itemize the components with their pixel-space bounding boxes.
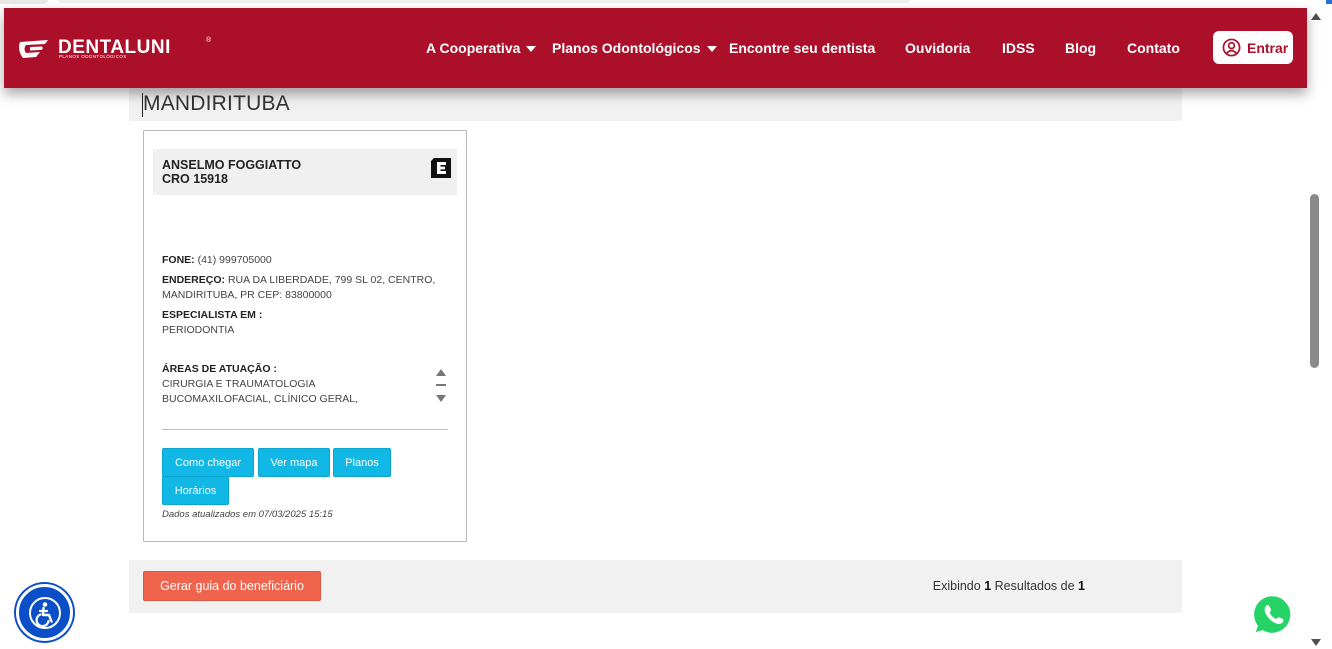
browser-toolbar-stub bbox=[58, 0, 910, 3]
results-shown: 1 bbox=[984, 579, 992, 593]
browser-edge-accent bbox=[1326, 0, 1332, 4]
results-footer: Gerar guia do beneficiário Exibindo 1 Re… bbox=[129, 560, 1182, 613]
areas-scroll-box[interactable]: ÁREAS DE ATUAÇÃO : CIRURGIA E TRAUMATOLO… bbox=[162, 362, 452, 410]
phone-value: (41) 999705000 bbox=[197, 254, 272, 266]
directions-button[interactable]: Como chegar bbox=[162, 448, 254, 477]
accessibility-icon bbox=[28, 596, 61, 629]
logo-subtext: PLANOS ODONTOLÓGICOS bbox=[59, 54, 127, 59]
card-divider bbox=[162, 429, 448, 430]
generate-guide-button[interactable]: Gerar guia do beneficiário bbox=[143, 571, 321, 601]
results-total: 1 bbox=[1078, 579, 1085, 593]
areas-line2: BUCOMAXILOFACIAL, CLÍNICO GERAL, bbox=[162, 393, 359, 405]
whatsapp-icon[interactable] bbox=[1250, 592, 1296, 638]
user-circle-icon bbox=[1222, 38, 1241, 57]
address-label: ENDEREÇO: bbox=[162, 274, 226, 286]
login-label: Entrar bbox=[1247, 39, 1289, 56]
scroll-down-icon[interactable] bbox=[436, 395, 446, 402]
nav-blog[interactable]: Blog bbox=[1065, 38, 1096, 58]
scroll-handle-icon[interactable] bbox=[436, 384, 446, 386]
areas-scroll-controls[interactable] bbox=[435, 369, 447, 407]
browser-tab-stub bbox=[0, 0, 48, 4]
specialist-value: PERIODONTIA bbox=[162, 324, 235, 336]
dentist-name: ANSELMO FOGGIATTO bbox=[162, 158, 302, 172]
hours-button[interactable]: Horários bbox=[162, 476, 229, 505]
city-title: MANDIRITUBA bbox=[143, 92, 290, 115]
nav-label: Ouvidoria bbox=[905, 40, 971, 56]
scroll-up-icon[interactable] bbox=[1311, 13, 1321, 20]
nav-idss[interactable]: IDSS bbox=[1002, 38, 1035, 58]
nav-contato[interactable]: Contato bbox=[1127, 38, 1180, 58]
chevron-down-icon bbox=[706, 46, 717, 52]
scroll-up-icon[interactable] bbox=[436, 369, 446, 376]
phone-label: FONE: bbox=[162, 254, 195, 266]
address-line2: MANDIRITUBA, PR CEP: 83800000 bbox=[162, 289, 332, 301]
dentist-card-header: ANSELMO FOGGIATTO CRO 15918 bbox=[153, 149, 457, 195]
scroll-down-icon[interactable] bbox=[1311, 639, 1321, 646]
chevron-down-icon bbox=[526, 46, 537, 52]
plans-button[interactable]: Planos bbox=[333, 448, 391, 477]
nav-a-cooperativa[interactable]: A Cooperativa bbox=[426, 38, 537, 58]
phone-row: FONE: (41) 999705000 bbox=[162, 253, 272, 268]
nav-planos-odontologicos[interactable]: Planos Odontológicos bbox=[552, 38, 717, 58]
nav-label: A Cooperativa bbox=[426, 40, 521, 56]
dentist-card: ANSELMO FOGGIATTO CRO 15918 FONE: (41) 9… bbox=[143, 130, 467, 542]
nav-ouvidoria[interactable]: Ouvidoria bbox=[905, 38, 970, 58]
text-cursor bbox=[142, 93, 143, 117]
results-count: Exibindo 1 Resultados de 1 bbox=[933, 579, 1085, 593]
site-header: DENTALUNI PLANOS ODONTOLÓGICOS ® A Coope… bbox=[4, 8, 1307, 88]
results-middle: Resultados de bbox=[994, 579, 1075, 593]
areas-line3-clipped: · · · bbox=[162, 408, 178, 410]
specialist-label: ESPECIALISTA EM : bbox=[162, 309, 263, 321]
page-scrollbar[interactable] bbox=[1307, 8, 1325, 649]
login-button[interactable]: Entrar bbox=[1213, 31, 1293, 64]
view-map-button[interactable]: Ver mapa bbox=[258, 448, 330, 477]
browser-right-edge bbox=[1325, 0, 1332, 649]
dentaluni-logo[interactable]: DENTALUNI PLANOS ODONTOLÓGICOS ® bbox=[18, 36, 211, 62]
nav-label: IDSS bbox=[1002, 40, 1035, 56]
registered-mark: ® bbox=[206, 37, 212, 44]
specialist-e-icon bbox=[431, 158, 451, 178]
nav-label: Encontre seu dentista bbox=[729, 40, 876, 56]
nav-label: Blog bbox=[1065, 40, 1097, 56]
nav-label: Contato bbox=[1127, 40, 1180, 56]
address-line1: RUA DA LIBERDADE, 799 SL 02, CENTRO, bbox=[227, 274, 436, 286]
logo-mark-icon bbox=[19, 40, 48, 58]
city-heading-band: MANDIRITUBA bbox=[129, 88, 1182, 121]
updated-timestamp: Dados atualizados em 07/03/2025 15:15 bbox=[162, 509, 333, 520]
areas-label: ÁREAS DE ATUAÇÃO : bbox=[162, 363, 277, 375]
address-row: ENDEREÇO: RUA DA LIBERDADE, 799 SL 02, C… bbox=[162, 273, 452, 303]
scrollbar-thumb[interactable] bbox=[1310, 194, 1319, 368]
nav-label: Planos Odontológicos bbox=[552, 40, 701, 56]
accessibility-button[interactable] bbox=[16, 584, 73, 641]
dentist-cro: CRO 15918 bbox=[162, 172, 229, 186]
results-prefix: Exibindo bbox=[932, 579, 981, 593]
nav-encontre-seu-dentista[interactable]: Encontre seu dentista bbox=[729, 38, 875, 58]
specialist-row: ESPECIALISTA EM : PERIODONTIA bbox=[162, 308, 262, 338]
areas-line1: CIRURGIA E TRAUMATOLOGIA bbox=[162, 378, 316, 390]
browser-top-edge bbox=[0, 0, 1332, 8]
